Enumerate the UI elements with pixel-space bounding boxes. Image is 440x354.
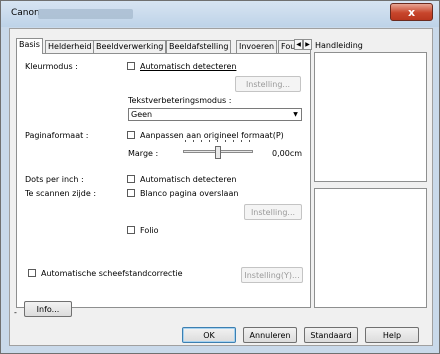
info-button[interactable]: Info... [24,301,72,317]
window-title-redacted [38,9,133,19]
auto-detect-color-checkbox[interactable] [127,62,135,70]
help-button[interactable]: Help [365,327,419,343]
tab-basis[interactable]: Basis [16,38,43,54]
chevron-down-icon: ▼ [293,111,298,118]
slider-tick [217,140,218,142]
fit-original-checkbox[interactable] [127,131,135,139]
scan-side-label: Te scannen zijde : [25,189,97,198]
close-icon: x [407,5,416,19]
color-mode-label: Kleurmodus : [25,62,78,71]
ok-button[interactable]: OK [182,327,236,343]
arrow-left-icon: ◀ [296,41,301,48]
margin-label: Marge : [128,149,159,158]
auto-detect-color-label: Automatisch detecteren [140,62,237,71]
color-settings-button[interactable]: Instelling... [235,76,301,92]
margin-value: 0,00cm [272,149,303,158]
dpi-auto-checkbox[interactable] [127,175,135,183]
deskew-label: Automatische scheefstandcorrectie [41,269,183,278]
deskew-checkbox[interactable] [28,269,36,277]
folio-checkbox[interactable] [127,226,135,234]
fit-original-label: Aanpassen aan origineel formaat(P) [140,131,284,140]
folio-label: Folio [140,226,159,235]
slider-tick [193,140,194,142]
title-bar: Canon x [1,1,439,27]
skip-blank-checkbox[interactable] [127,189,135,197]
window-title: Canon [11,8,40,18]
help-text-panel [314,188,427,308]
close-button[interactable]: x [390,3,433,21]
help-panel-title: Handleiding [315,41,363,50]
slider-tick [185,140,186,142]
slider-thumb[interactable] [215,146,221,159]
slider-tick [201,140,202,142]
dpi-label: Dots per inch : [25,175,84,184]
deskew-settings-button[interactable]: Instelling(Y)... [241,267,303,283]
scanner-settings-dialog: Canon x Basis Helderheid Beeldverwerking… [0,0,440,354]
slider-tick [249,140,250,142]
skip-blank-label: Blanco pagina overslaan [140,189,239,198]
text-enhance-select[interactable]: Geen ▼ [128,108,302,121]
default-button[interactable]: Standaard [304,327,358,343]
help-preview-panel [314,52,427,182]
slider-tick [225,140,226,142]
tab-panel-basis: Kleurmodus : Automatisch detecteren Inst… [16,53,311,308]
tab-invoeren[interactable]: Invoeren [236,40,278,53]
text-enhance-value: Geen [131,110,153,119]
cancel-button[interactable]: Annuleren [243,327,297,343]
skip-blank-settings-button[interactable]: Instelling... [244,204,302,220]
slider-tick [241,140,242,142]
slider-tick [209,140,210,142]
slider-tick [233,140,234,142]
tab-beeldverwerking[interactable]: Beeldverwerking [93,40,167,53]
tab-beeldafstelling[interactable]: Beeldafstelling [166,40,232,53]
tab-scroll-left-button[interactable]: ◀ [294,39,303,50]
page-size-label: Paginaformaat : [25,131,89,140]
dpi-auto-label: Automatisch detecteren [140,175,237,184]
arrow-right-icon: ▶ [305,41,310,48]
dialog-client-area: Basis Helderheid Beeldverwerking Beeldaf… [9,28,433,346]
info-marker: - [14,308,17,317]
text-enhance-label: Tekstverbeteringsmodus : [128,96,232,105]
tab-strip: Basis Helderheid Beeldverwerking Beeldaf… [16,38,316,54]
tab-scroll-right-button[interactable]: ▶ [303,39,312,50]
tab-helderheid[interactable]: Helderheid [45,40,95,53]
